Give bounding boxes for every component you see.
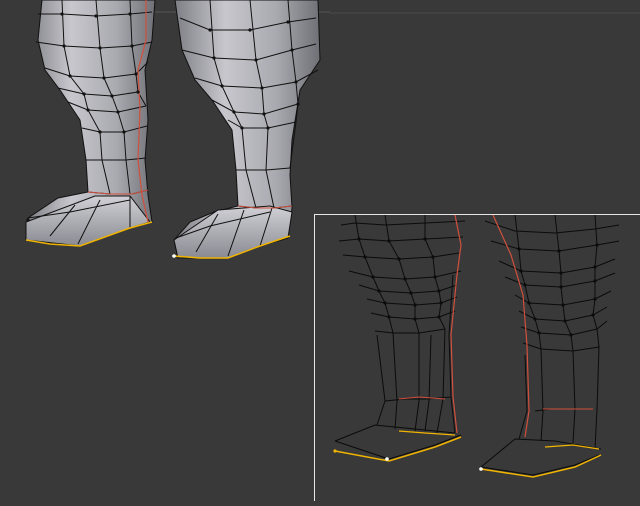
right-leg-solid[interactable] [172, 0, 321, 259]
inset-wireframe-view [314, 214, 640, 502]
left-leg-solid[interactable] [25, 0, 156, 247]
